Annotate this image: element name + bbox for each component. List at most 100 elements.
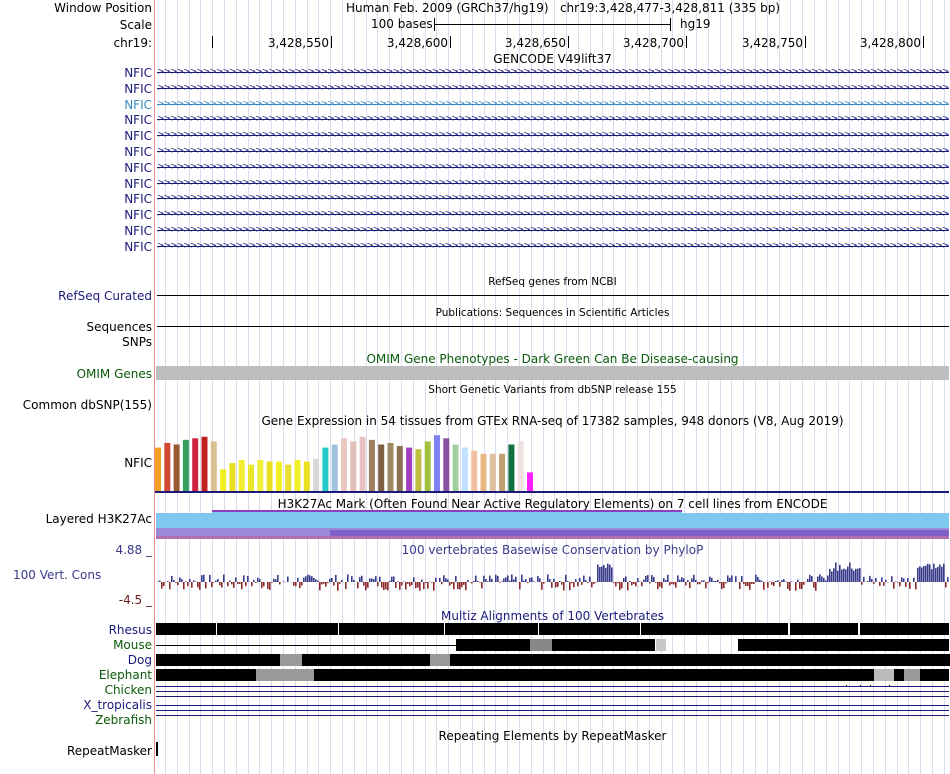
conservation-bar [633, 582, 635, 585]
conservation-bar [681, 577, 683, 582]
conservation-bar [603, 564, 605, 582]
conservation-bar [329, 578, 331, 582]
conservation-bar [937, 566, 939, 582]
conservation-bar [903, 578, 905, 582]
conservation-bar [319, 582, 321, 591]
gtex-tissue-bar [434, 435, 440, 491]
conservation-bar [395, 582, 397, 588]
conservation-bar [383, 582, 385, 591]
conservation-bar [213, 582, 215, 583]
conservation-bar [649, 582, 651, 584]
conservation-bar [247, 575, 249, 582]
conservation-bar [331, 577, 333, 582]
conservation-bar [831, 571, 833, 582]
conservation-bar [421, 579, 423, 582]
conservation-bar [695, 579, 697, 582]
multiz-line [889, 685, 890, 686]
conservation-bar [837, 570, 839, 582]
conservation-bar [199, 582, 201, 590]
conservation-bar [537, 575, 539, 582]
conservation-bar [279, 582, 281, 585]
conservation-bar [259, 579, 261, 582]
conservation-bar [881, 577, 883, 582]
conservation-bar [617, 582, 619, 584]
conservation-bar [891, 576, 893, 582]
gtex-tissue-bar [220, 469, 227, 491]
conservation-bar [277, 574, 279, 582]
conservation-bar [295, 582, 297, 587]
conservation-bar [357, 582, 359, 589]
conservation-bar [679, 579, 681, 582]
conservation-bar [209, 574, 211, 582]
conservation-bar [653, 577, 655, 582]
gtex-tissue-bar [331, 444, 338, 491]
conservation-bar [477, 580, 479, 582]
conservation-bar [549, 579, 551, 582]
conservation-bar [935, 568, 937, 582]
conservation-bar [321, 582, 323, 585]
conservation-bar [203, 574, 205, 582]
multiz-rhesus-gap [338, 623, 339, 635]
gtex-tissue-bar [341, 438, 347, 491]
conservation-bar [559, 580, 561, 582]
gtex-tissue-bar [415, 449, 422, 491]
conservation-bar [921, 567, 923, 582]
conservation-bar [835, 562, 837, 582]
gtex-tissue-bar [368, 439, 375, 491]
conservation-bar [317, 580, 319, 582]
multiz-rhesus-gap [858, 623, 860, 635]
conservation-bar [351, 576, 353, 582]
conservation-bar [919, 566, 921, 582]
conservation-bar [409, 582, 411, 587]
conservation-bar [843, 568, 845, 582]
conservation-bar [507, 575, 509, 582]
conservation-bar [641, 582, 643, 587]
multiz-elephant-block [314, 669, 874, 681]
conservation-bar [307, 574, 309, 582]
conservation-bar [157, 581, 159, 582]
conservation-bar [399, 582, 401, 590]
conservation-bar [181, 579, 183, 582]
conservation-bar [423, 582, 425, 590]
conservation-bar [365, 582, 367, 591]
multiz-mouse-block [552, 639, 592, 651]
conservation-bar [205, 582, 207, 589]
conservation-bar [529, 577, 531, 582]
conservation-bar [161, 582, 163, 589]
gtex-tissue-bar [396, 446, 403, 491]
conservation-bar [821, 576, 823, 582]
conservation-bar [315, 579, 317, 582]
multiz-line [156, 705, 949, 706]
conservation-bar [747, 582, 749, 587]
conservation-bar [745, 582, 747, 586]
multiz-line [870, 685, 871, 686]
conservation-bar [643, 579, 645, 582]
conservation-bar [683, 578, 685, 582]
conservation-bar [531, 577, 533, 582]
multiz-line [156, 696, 949, 697]
conservation-bar [905, 582, 907, 587]
conservation-bar [255, 582, 257, 583]
conservation-bar [787, 582, 789, 589]
conservation-bar [313, 577, 315, 582]
conservation-bar [479, 582, 481, 583]
conservation-bar [777, 580, 779, 582]
h3k27ac-layer [212, 510, 682, 512]
conservation-bar [185, 581, 187, 582]
conservation-bar [739, 582, 741, 590]
multiz-rhesus-gap [538, 623, 539, 635]
conservation-bar [419, 582, 421, 591]
conservation-bar [651, 575, 653, 582]
conservation-bar [697, 582, 699, 585]
conservation-bar [667, 574, 669, 582]
conservation-bar [251, 582, 253, 587]
conservation-bar [693, 574, 695, 582]
conservation-bar [715, 580, 717, 582]
conservation-bar [863, 576, 865, 582]
gtex-tissue-bar [173, 444, 180, 491]
conservation-bar [177, 582, 179, 586]
conservation-bar [943, 563, 945, 582]
conservation-bar [415, 582, 417, 589]
conservation-bar [237, 582, 239, 584]
multiz-line [156, 710, 949, 711]
